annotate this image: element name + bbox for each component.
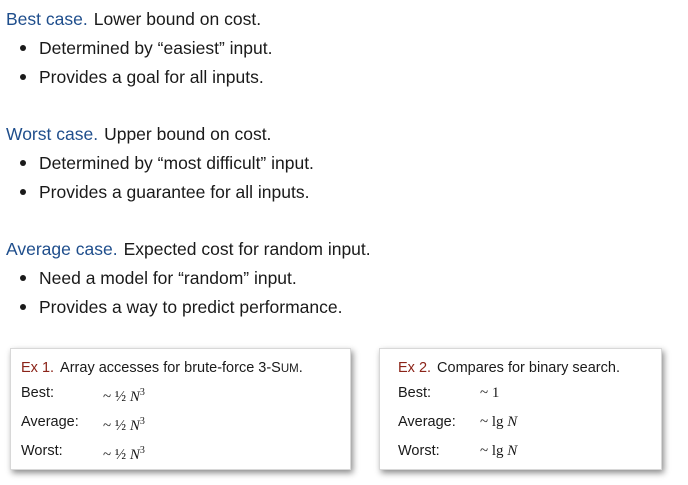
row-label: Worst: <box>398 443 440 459</box>
best-case-section: Best case. Lower bound on cost. Determine… <box>6 8 272 88</box>
example-1-box: Ex 1. Array accesses for brute-force 3-SU… <box>10 348 351 470</box>
worst-case-section: Worst case. Upper bound on cost. Determin… <box>6 123 314 203</box>
row-value: ~ lg N <box>480 413 517 431</box>
example-description: Compares for binary search. <box>437 360 620 376</box>
bullet-icon <box>20 160 26 166</box>
list-item: Determined by “easiest” input. <box>6 37 272 59</box>
case-title: Average case. <box>6 239 118 259</box>
example-1-header: Ex 1. Array accesses for brute-force 3-SU… <box>21 359 303 378</box>
list-item: Provides a way to predict performance. <box>6 296 371 318</box>
variable: N <box>507 443 518 459</box>
exponent: 3 <box>139 387 145 398</box>
best-case-heading: Best case. Lower bound on cost. <box>6 8 272 30</box>
bullet-text: Determined by “easiest” input. <box>39 38 273 58</box>
row-label: Worst: <box>21 443 63 459</box>
bullet-text: Provides a guarantee for all inputs. <box>39 182 310 202</box>
row-label: Best: <box>398 385 432 401</box>
example-description-smallcaps: UM <box>280 363 299 375</box>
list-item: Provides a guarantee for all inputs. <box>6 181 314 203</box>
value-prefix: ~ lg <box>480 443 504 459</box>
variable: N <box>129 447 140 463</box>
bullet-icon <box>20 189 26 195</box>
bullet-icon <box>20 74 26 80</box>
example-description-text: Array accesses for brute-force 3-S <box>60 360 281 376</box>
bullet-text: Determined by “most difficult” input. <box>39 153 314 173</box>
bullet-list: Determined by “easiest” input. Provides … <box>6 37 272 88</box>
bullet-icon <box>20 275 26 281</box>
example-label: Ex 1. <box>21 360 55 376</box>
average-case-heading: Average case. Expected cost for random in… <box>6 238 371 260</box>
variable: N <box>129 418 140 434</box>
row-value: ~ ½ N3 <box>103 413 145 435</box>
table-row: Average: ~ ½ N3 <box>21 413 145 434</box>
table-row: Average: ~ lg N <box>398 413 517 431</box>
list-item: Determined by “most difficult” input. <box>6 152 314 174</box>
bullet-list: Determined by “most difficult” input. Pr… <box>6 152 314 203</box>
tilde: ~ <box>103 418 112 434</box>
row-label: Average: <box>398 414 456 430</box>
average-case-section: Average case. Expected cost for random in… <box>6 238 371 318</box>
table-row: Worst: ~ ½ N3 <box>21 442 145 463</box>
row-value: ~ ½ N3 <box>103 442 145 464</box>
example-description-end: . <box>298 360 303 376</box>
list-item: Provides a goal for all inputs. <box>6 66 272 88</box>
variable: N <box>129 389 140 405</box>
bullet-icon <box>20 45 26 51</box>
case-description: Upper bound on cost. <box>104 124 272 144</box>
bullet-text: Need a model for “random” input. <box>39 268 297 288</box>
example-2-header: Ex 2. Compares for binary search. <box>398 359 620 377</box>
example-description: Array accesses for brute-force 3-SUM. <box>60 360 303 376</box>
exponent: 3 <box>139 416 145 427</box>
example-label: Ex 2. <box>398 360 432 376</box>
case-title: Best case. <box>6 9 88 29</box>
fraction: ½ <box>114 389 127 405</box>
bullet-text: Provides a way to predict performance. <box>39 297 343 317</box>
case-description: Lower bound on cost. <box>93 9 262 29</box>
fraction: ½ <box>114 418 127 434</box>
fraction: ½ <box>114 447 127 463</box>
row-label: Average: <box>21 414 79 430</box>
list-item: Need a model for “random” input. <box>6 267 371 289</box>
row-value: ~ lg N <box>480 442 517 460</box>
example-2-box: Ex 2. Compares for binary search. Best: ~… <box>379 348 662 470</box>
row-label: Best: <box>21 385 55 401</box>
case-description: Expected cost for random input. <box>123 239 371 259</box>
case-title: Worst case. <box>6 124 99 144</box>
row-value: ~ 1 <box>480 385 500 401</box>
value-prefix: ~ lg <box>480 414 504 430</box>
bullet-text: Provides a goal for all inputs. <box>39 67 264 87</box>
bullet-list: Need a model for “random” input. Provide… <box>6 267 371 318</box>
table-row: Best: ~ ½ N3 <box>21 384 145 405</box>
tilde: ~ <box>103 447 112 463</box>
bullet-icon <box>20 304 26 310</box>
table-row: Worst: ~ lg N <box>398 442 517 460</box>
variable: N <box>507 414 518 430</box>
tilde: ~ <box>103 389 112 405</box>
worst-case-heading: Worst case. Upper bound on cost. <box>6 123 314 145</box>
exponent: 3 <box>139 445 145 456</box>
table-row: Best: ~ 1 <box>398 384 499 402</box>
row-value: ~ ½ N3 <box>103 384 145 406</box>
